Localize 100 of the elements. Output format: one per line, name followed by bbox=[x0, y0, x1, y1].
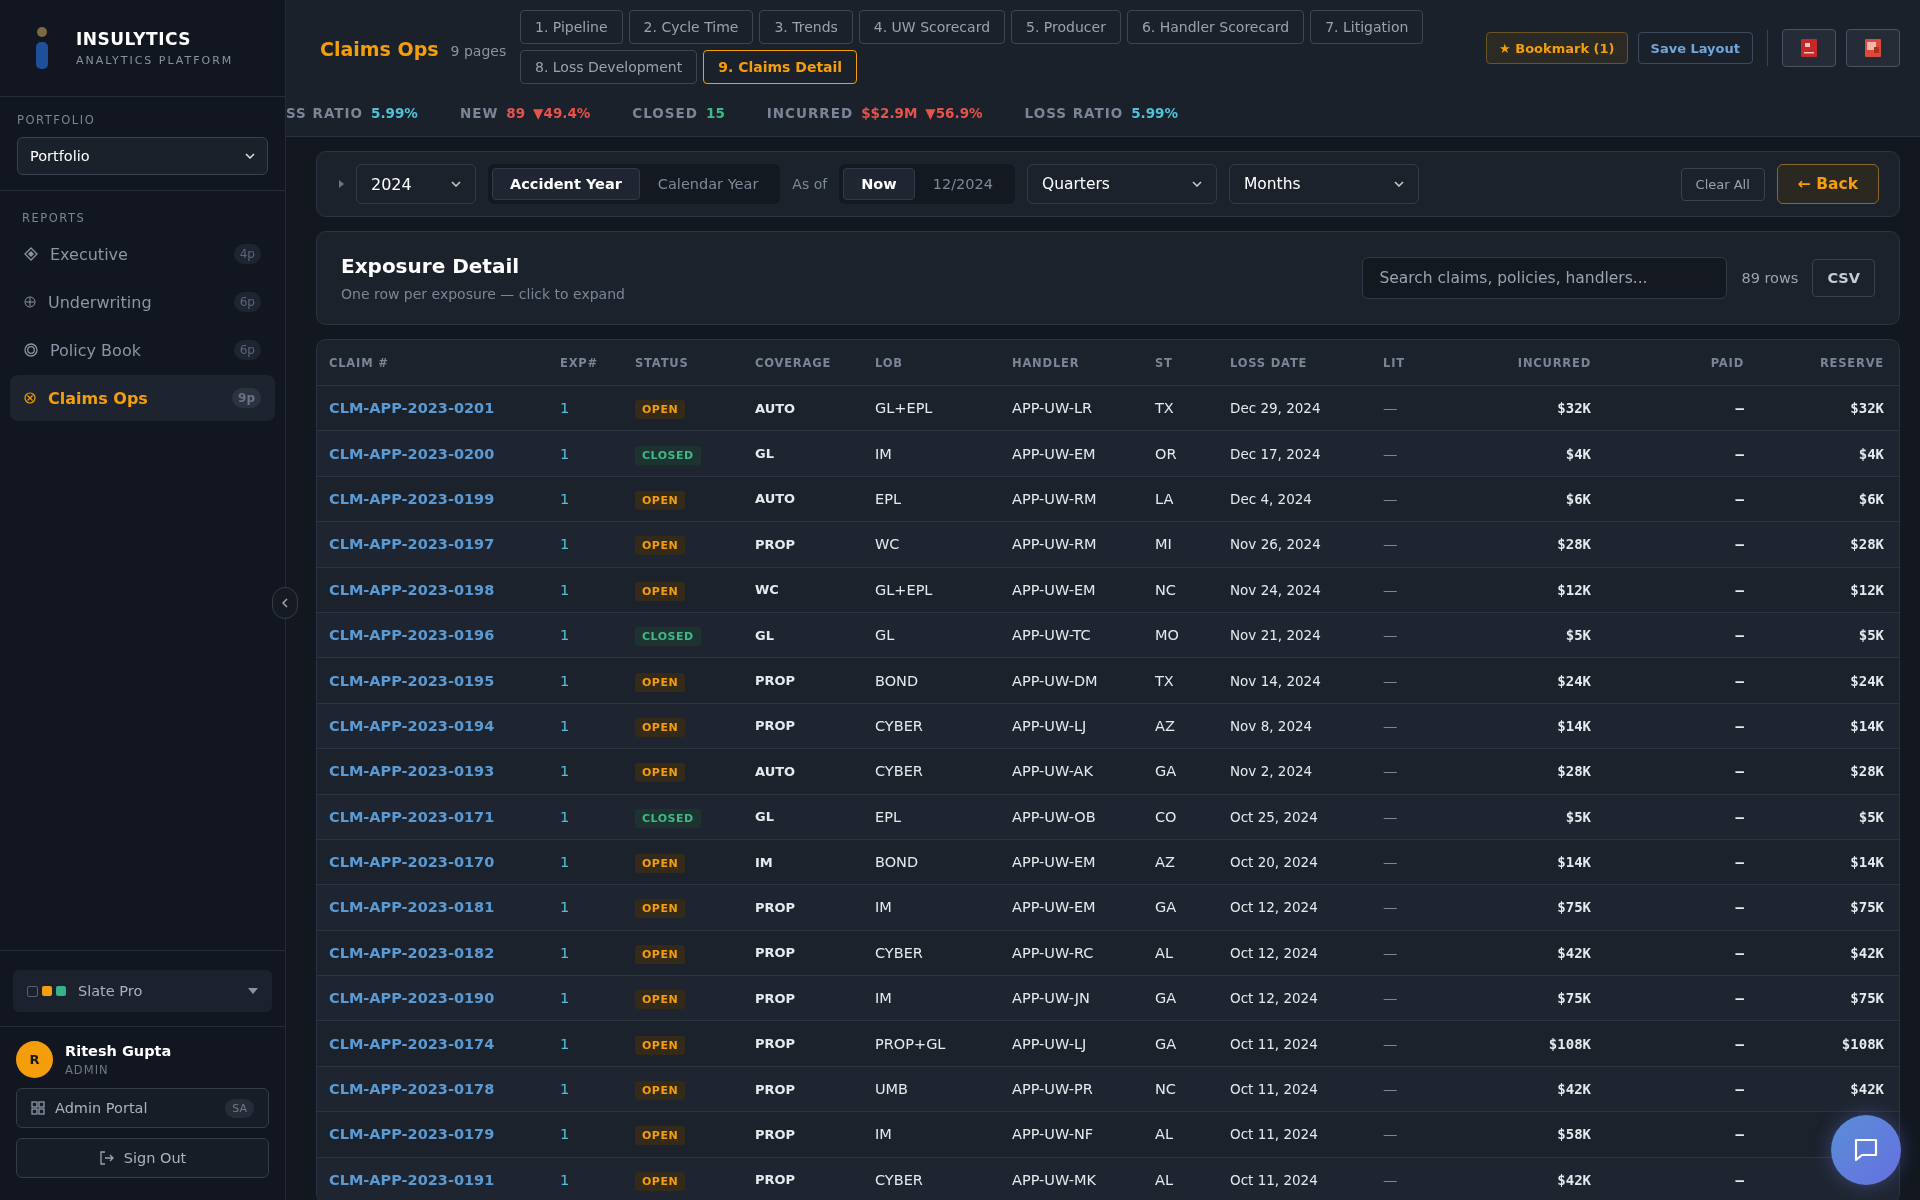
segment-option[interactable]: Accident Year bbox=[492, 168, 640, 200]
page-tab[interactable]: 9. Claims Detail bbox=[703, 50, 858, 84]
table-cell-text: 1 bbox=[560, 1126, 571, 1143]
page-tab[interactable]: 1. Pipeline bbox=[520, 10, 623, 44]
chevron-down-icon bbox=[451, 181, 461, 187]
table-cell-text: — bbox=[1383, 536, 1399, 553]
admin-portal-button[interactable]: Admin Portal SA bbox=[16, 1088, 269, 1128]
table-cell-text: $14K bbox=[1849, 854, 1884, 871]
column-header[interactable]: EXP# bbox=[560, 355, 635, 370]
column-header[interactable]: LOSS DATE bbox=[1230, 355, 1383, 370]
portfolio-select[interactable]: Portfolio bbox=[17, 137, 268, 175]
sign-out-button[interactable]: Sign Out bbox=[16, 1138, 269, 1178]
metric-label: NEW bbox=[459, 105, 499, 121]
year-select[interactable]: 2024 bbox=[356, 164, 476, 204]
claim-link[interactable]: CLM-APP-2023-0182 bbox=[329, 944, 560, 961]
column-header[interactable]: HANDLER bbox=[1012, 355, 1155, 370]
claim-link[interactable]: CLM-APP-2023-0193 bbox=[329, 763, 560, 780]
column-header[interactable]: LIT bbox=[1383, 355, 1483, 370]
page-tab[interactable]: 4. UW Scorecard bbox=[858, 10, 1006, 44]
status-tag: OPEN bbox=[635, 536, 686, 556]
table-cell-text: TX bbox=[1155, 672, 1175, 689]
chevron-down-icon bbox=[245, 153, 255, 159]
claim-link[interactable]: CLM-APP-2023-0194 bbox=[329, 717, 560, 734]
claim-link[interactable]: CLM-APP-2023-0170 bbox=[329, 854, 560, 871]
table-cell-text: – bbox=[1734, 672, 1744, 689]
page-tab[interactable]: 8. Loss Development bbox=[520, 50, 698, 84]
table-cell-text: 1 bbox=[560, 990, 571, 1007]
claim-link[interactable]: CLM-APP-2023-0200 bbox=[329, 445, 560, 462]
column-header[interactable]: CLAIM # bbox=[329, 355, 560, 370]
column-header[interactable]: PAID bbox=[1591, 355, 1744, 370]
period-select[interactable]: Months bbox=[1228, 164, 1419, 204]
segment-option[interactable]: Calendar Year bbox=[639, 168, 777, 200]
bookmark-button[interactable]: ★ Bookmark (1) bbox=[1486, 32, 1628, 64]
status-tag: OPEN bbox=[635, 490, 686, 510]
claim-link[interactable]: CLM-APP-2023-0181 bbox=[329, 899, 560, 916]
claim-link[interactable]: CLM-APP-2023-0196 bbox=[329, 627, 560, 644]
table-cell-text: – bbox=[1734, 445, 1744, 462]
export-pdf-button[interactable] bbox=[1782, 29, 1836, 67]
period-select[interactable]: Quarters bbox=[1026, 164, 1217, 204]
claim-link[interactable]: CLM-APP-2023-0178 bbox=[329, 1081, 560, 1098]
table-cell-text: CYBER bbox=[875, 763, 924, 780]
column-header[interactable]: RESERVE bbox=[1744, 355, 1884, 370]
sidebar-item[interactable]: Policy Book 6p bbox=[10, 327, 275, 373]
column-header[interactable]: ST bbox=[1155, 355, 1230, 370]
table-cell-text: $14K bbox=[1849, 717, 1884, 734]
table-cell-text: PROP+GL bbox=[875, 1035, 947, 1052]
table-cell-text: GA bbox=[1155, 990, 1178, 1007]
table-cell-text: CO bbox=[1155, 808, 1178, 825]
page-tab[interactable]: 5. Producer bbox=[1011, 10, 1121, 44]
metric-value: 5.99% bbox=[371, 105, 418, 121]
page-tab[interactable]: 6. Handler Scorecard bbox=[1126, 10, 1305, 44]
claim-link[interactable]: CLM-APP-2023-0171 bbox=[329, 808, 560, 825]
expand-icon[interactable] bbox=[339, 180, 344, 188]
table-cell-text: – bbox=[1734, 490, 1744, 507]
collapse-sidebar-button[interactable] bbox=[272, 587, 298, 619]
theme-select[interactable]: Slate Pro bbox=[13, 970, 272, 1012]
claim-link[interactable]: CLM-APP-2023-0201 bbox=[329, 400, 560, 417]
claim-link[interactable]: CLM-APP-2023-0174 bbox=[329, 1035, 560, 1052]
status-tag: OPEN bbox=[635, 672, 686, 692]
table-cell-text: PROP bbox=[755, 536, 797, 552]
table-cell-text: IM bbox=[875, 899, 893, 916]
page-tab[interactable]: 2. Cycle Time bbox=[628, 10, 754, 44]
table-cell-text: 1 bbox=[560, 763, 571, 780]
status-tag: OPEN bbox=[635, 763, 686, 783]
page-tab[interactable]: 3. Trends bbox=[759, 10, 853, 44]
metric-label: LOSS RATIO bbox=[1024, 105, 1124, 121]
column-header[interactable]: INCURRED bbox=[1483, 355, 1591, 370]
clear-all-button[interactable]: Clear All bbox=[1680, 167, 1765, 201]
claim-link[interactable]: CLM-APP-2023-0190 bbox=[329, 990, 560, 1007]
column-header[interactable]: STATUS bbox=[635, 355, 755, 370]
export-slides-button[interactable] bbox=[1846, 29, 1900, 67]
table-cell-text: — bbox=[1383, 899, 1399, 916]
table-cell-text: $4K bbox=[1857, 445, 1884, 462]
search-field[interactable]: Search claims, policies, handlers... bbox=[1362, 257, 1728, 299]
table-cell-text: Dec 4, 2024 bbox=[1230, 490, 1313, 507]
page-tab[interactable]: 7. Litigation bbox=[1310, 10, 1424, 44]
table-cell-text: $58K bbox=[1556, 1126, 1591, 1143]
csv-button[interactable]: CSV bbox=[1812, 259, 1875, 297]
claim-link[interactable]: CLM-APP-2023-0197 bbox=[329, 536, 560, 553]
table-cell-text: – bbox=[1734, 1081, 1744, 1098]
segment-option[interactable]: 12/2024 bbox=[914, 168, 1011, 200]
column-header[interactable]: LOB bbox=[875, 355, 1012, 370]
sidebar-item[interactable]: Executive 4p bbox=[10, 231, 275, 277]
sidebar-item[interactable]: Underwriting 6p bbox=[10, 279, 275, 325]
claim-link[interactable]: CLM-APP-2023-0199 bbox=[329, 490, 560, 507]
segment-option[interactable]: Now bbox=[843, 168, 915, 200]
claim-link[interactable]: CLM-APP-2023-0191 bbox=[329, 1171, 560, 1188]
back-button[interactable]: ← Back bbox=[1776, 164, 1879, 204]
table-cell-text: APP-UW-RM bbox=[1012, 536, 1098, 553]
table-cell-text: — bbox=[1383, 1126, 1399, 1143]
save-layout-button[interactable]: Save Layout bbox=[1637, 32, 1753, 64]
claim-link[interactable]: CLM-APP-2023-0179 bbox=[329, 1126, 560, 1143]
table-cell-text: – bbox=[1734, 899, 1744, 916]
table-cell-text: AL bbox=[1155, 944, 1174, 961]
column-header[interactable]: COVERAGE bbox=[755, 355, 875, 370]
claim-link[interactable]: CLM-APP-2023-0195 bbox=[329, 672, 560, 689]
sidebar-item[interactable]: Claims Ops 9p bbox=[10, 375, 275, 421]
table-cell-text: MI bbox=[1155, 536, 1173, 553]
table-cell-text: AUTO bbox=[755, 400, 797, 416]
claim-link[interactable]: CLM-APP-2023-0198 bbox=[329, 581, 560, 598]
